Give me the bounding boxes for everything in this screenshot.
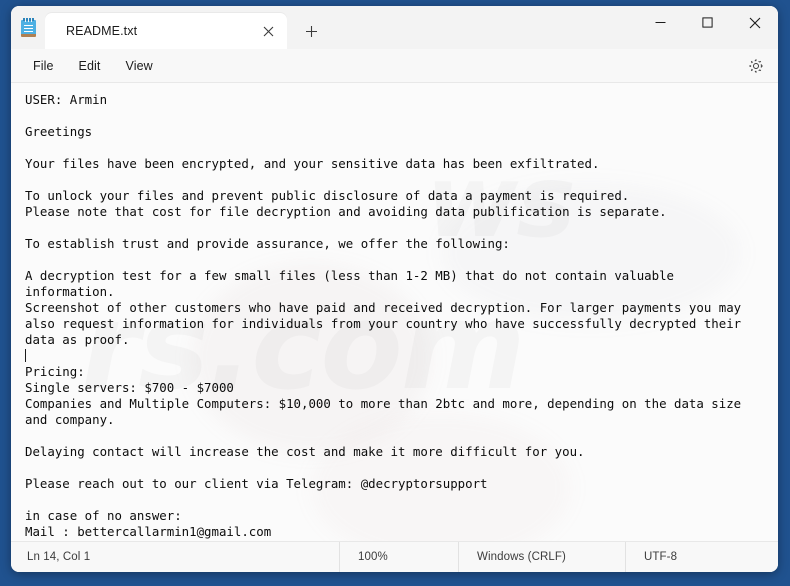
menu-edit[interactable]: Edit (68, 55, 112, 77)
menu-bar: File Edit View (11, 49, 778, 83)
line-ending[interactable]: Windows (CRLF) (458, 542, 625, 572)
title-bar: README.txt (11, 6, 778, 49)
desktop-background: README.txt File Edit View rs.com ws USER… (0, 0, 790, 586)
notepad-window: README.txt File Edit View rs.com ws USER… (11, 6, 778, 572)
encoding[interactable]: UTF-8 (625, 542, 778, 572)
cursor-position: Ln 14, Col 1 (27, 551, 91, 563)
status-bar: Ln 14, Col 1 100% Windows (CRLF) UTF-8 (11, 541, 778, 572)
gear-icon[interactable] (744, 54, 768, 78)
notepad-icon (11, 6, 45, 49)
text-caret (25, 349, 26, 362)
text-editor-area[interactable]: rs.com ws USER: Armin Greetings Your fil… (11, 83, 778, 541)
maximize-icon[interactable] (684, 6, 731, 39)
tab-title: README.txt (66, 24, 138, 38)
minimize-icon[interactable] (637, 6, 684, 39)
menu-file[interactable]: File (22, 55, 65, 77)
note-body-before-caret: USER: Armin Greetings Your files have be… (25, 92, 742, 347)
zoom-level[interactable]: 100% (339, 542, 458, 572)
tab-readme[interactable]: README.txt (45, 13, 287, 49)
close-tab-icon[interactable] (258, 21, 279, 42)
menu-view[interactable]: View (115, 55, 164, 77)
close-window-icon[interactable] (731, 6, 778, 39)
new-tab-icon[interactable] (293, 13, 329, 49)
window-controls (637, 6, 778, 39)
note-body-after-caret: Pricing: Single servers: $700 - $7000 Co… (25, 364, 742, 539)
ransom-note-text: USER: Armin Greetings Your files have be… (11, 83, 778, 540)
